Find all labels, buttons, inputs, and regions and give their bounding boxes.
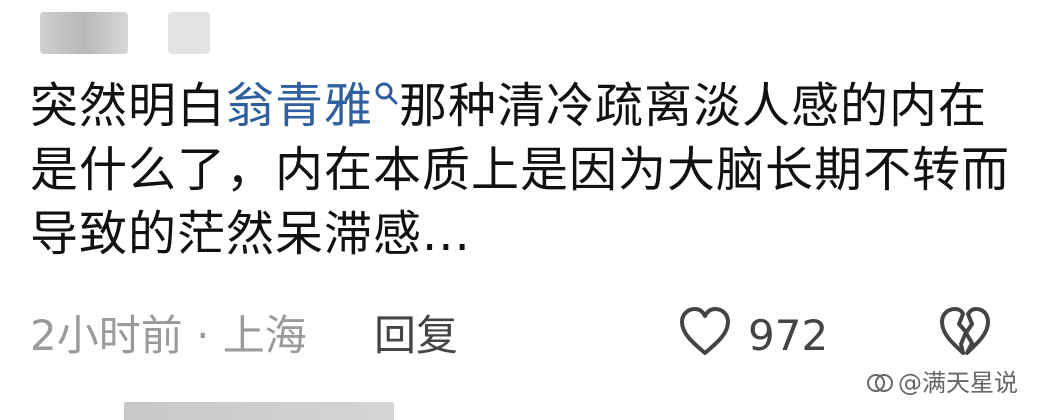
reply-button[interactable]: 回复 (374, 306, 458, 366)
comment-text-before: 突然明白 (30, 78, 227, 134)
comment-text: 突然明白翁青雅 那种清冷疏离淡人感的内在是什么了，内在本质上是因为大脑长期不转而导… (30, 74, 1020, 266)
search-link-label: 翁青雅 (226, 78, 374, 134)
like-count: 972 (748, 311, 829, 360)
next-comment-preview (124, 402, 394, 420)
watermark-text: @满天星说 (898, 369, 1018, 397)
watermark-logo-icon (867, 374, 893, 392)
blurred-username (168, 12, 210, 54)
blurred-avatar (40, 12, 128, 54)
search-link[interactable]: 翁青雅 (226, 78, 399, 134)
watermark: @满天星说 (866, 366, 1018, 400)
comment-meta: 2小时前 · 上海 回复 (30, 306, 1030, 366)
comment-time-location: 2小时前 · 上海 (30, 311, 307, 360)
heart-outline-icon[interactable] (676, 304, 734, 358)
search-icon (375, 82, 398, 105)
broken-heart-icon[interactable] (936, 304, 994, 358)
